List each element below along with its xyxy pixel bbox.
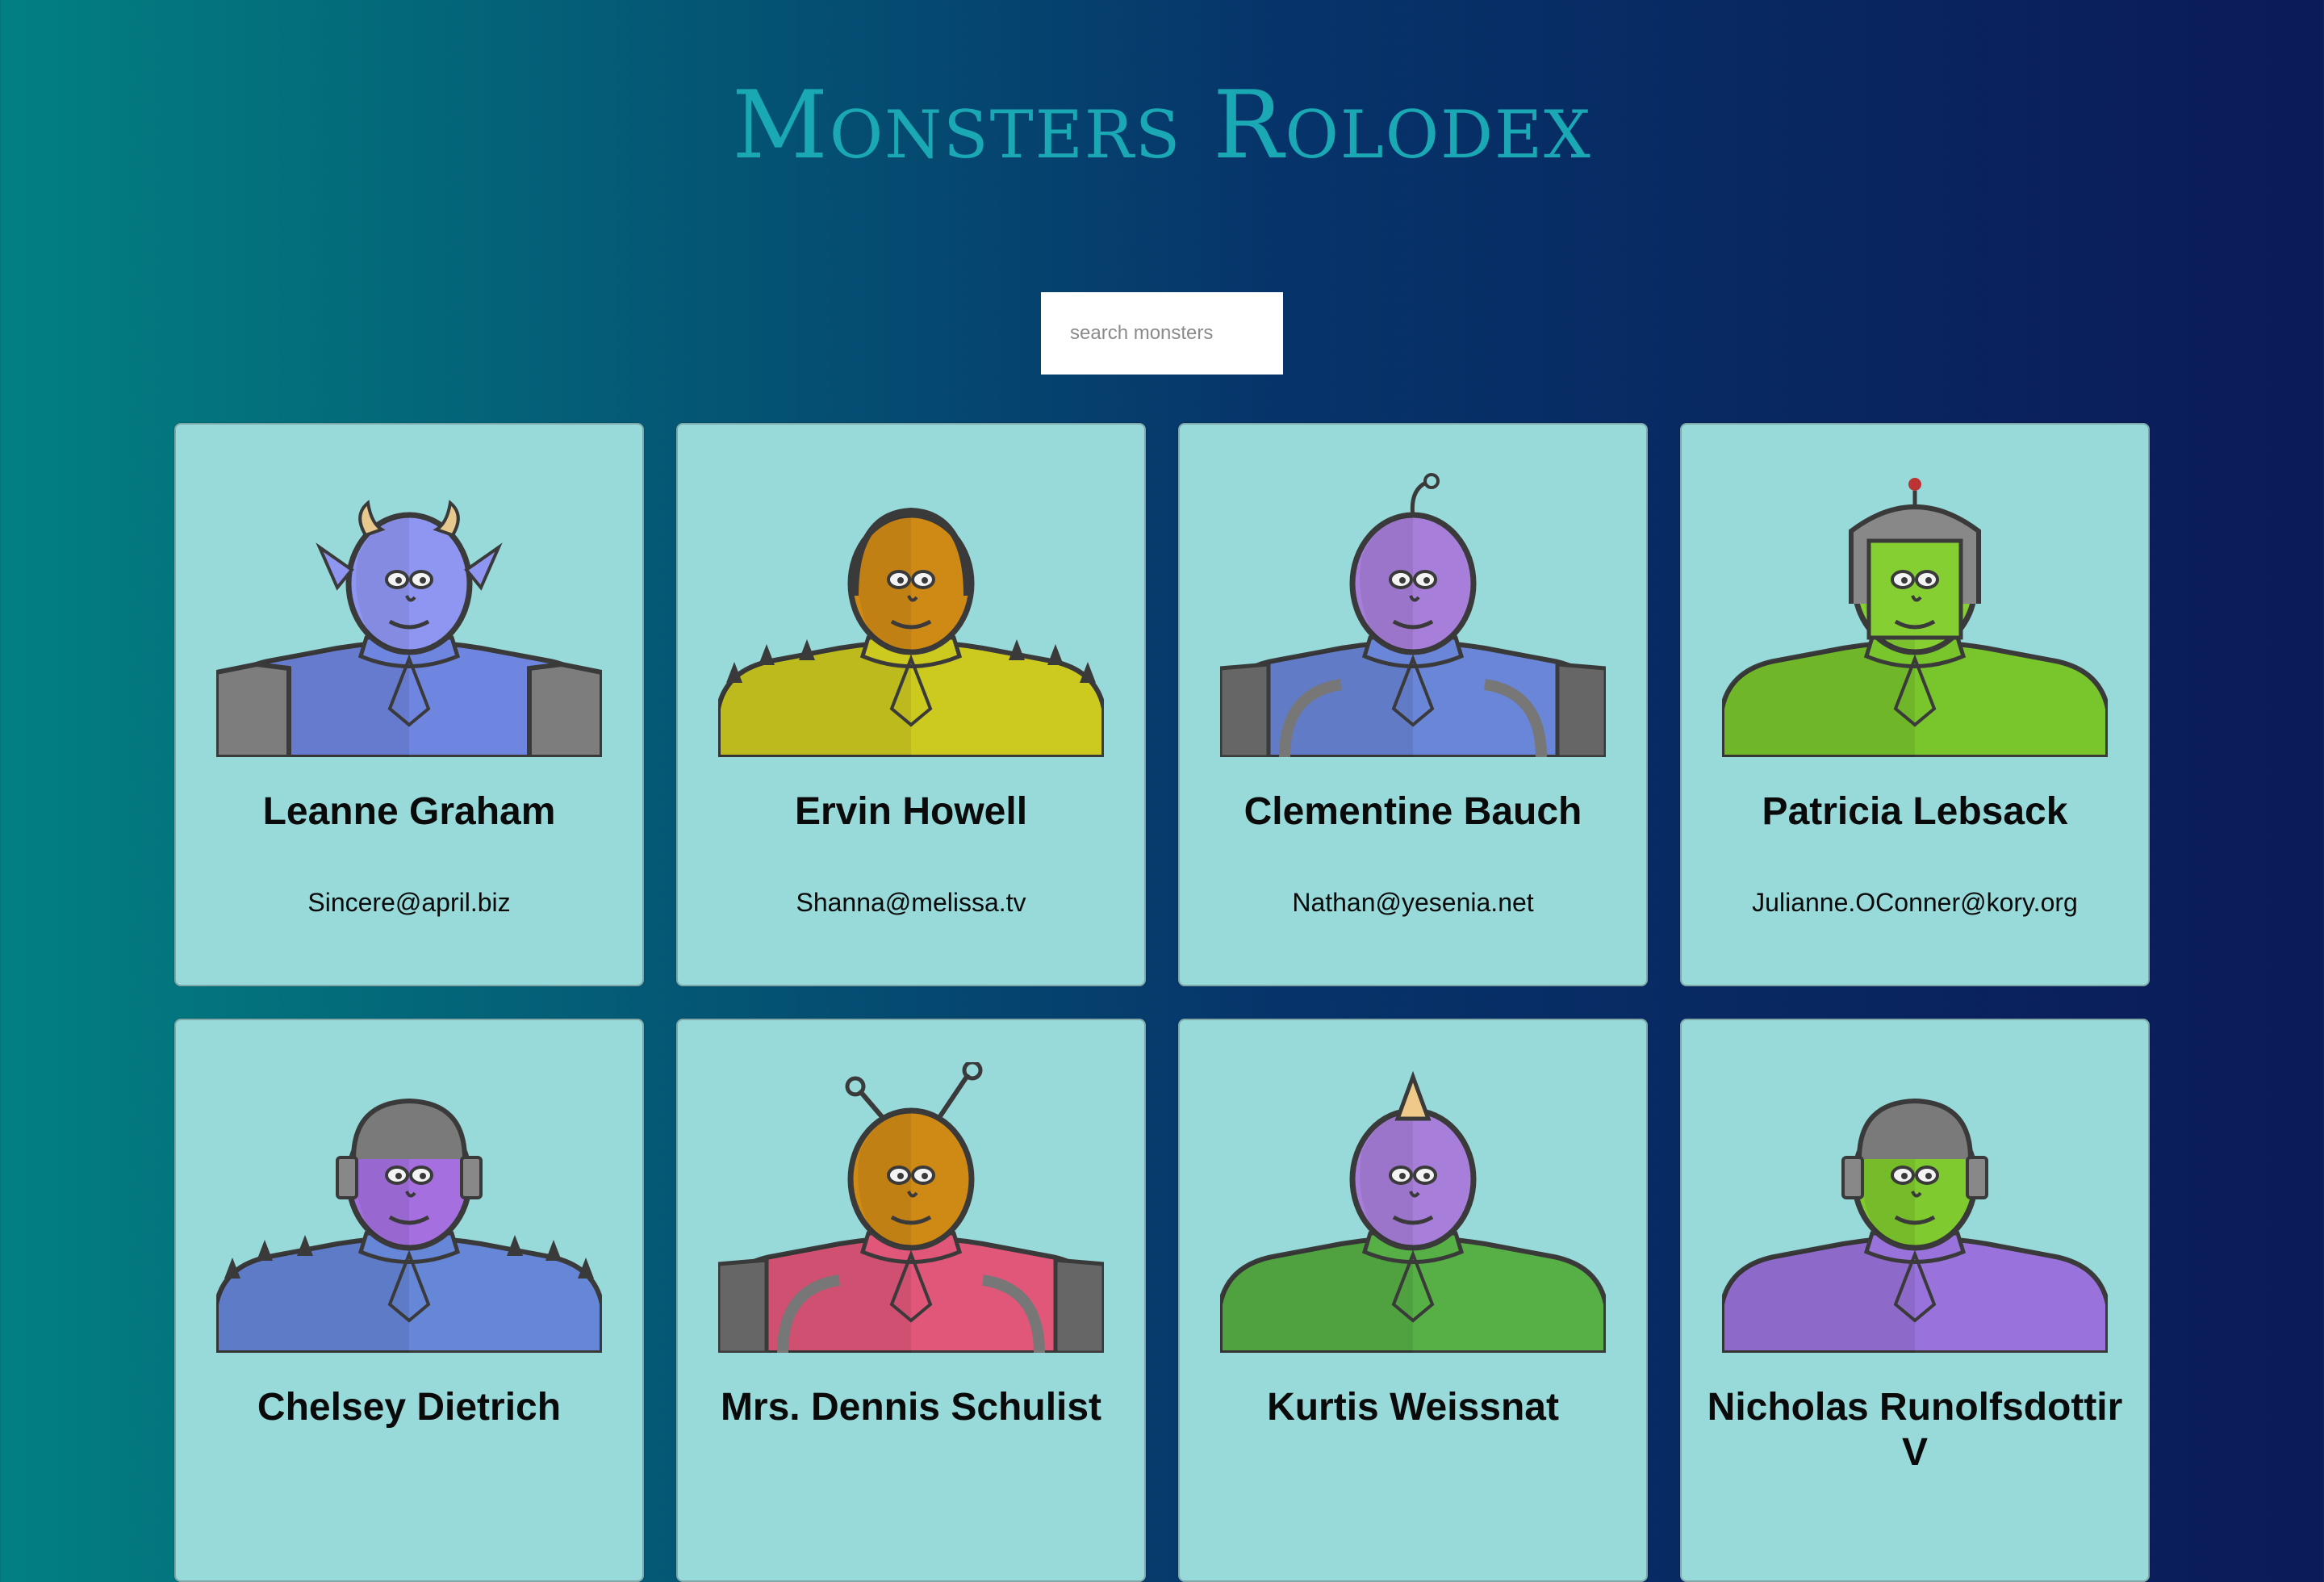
monster-card[interactable]: Chelsey Dietrich	[174, 1019, 644, 1582]
monster-email: Julianne.OConner@kory.org	[1752, 888, 2078, 917]
knight-helmet-icon	[1722, 478, 2108, 757]
monster-name: Patricia Lebsack	[1762, 790, 2068, 833]
monster-name: Kurtis Weissnat	[1267, 1386, 1559, 1429]
monster-email: Shanna@melissa.tv	[796, 888, 1026, 917]
antennae-icon	[718, 1062, 1104, 1353]
robot-helmet-icon	[216, 1098, 602, 1353]
helmet-icon	[718, 507, 1104, 757]
antenna-icon	[1220, 473, 1606, 757]
monster-card[interactable]: Clementine Bauch Nathan@yesenia.net	[1178, 423, 1648, 986]
horns-icon	[216, 500, 602, 757]
horn-icon	[1220, 1070, 1606, 1353]
monster-card-list: Leanne Graham Sincere@april.biz Ervin Ho…	[174, 423, 2150, 1582]
monster-card[interactable]: Kurtis Weissnat	[1178, 1019, 1648, 1582]
monster-card[interactable]: Patricia Lebsack Julianne.OConner@kory.o…	[1680, 423, 2150, 986]
page-title: Monsters Rolodex	[732, 71, 1592, 180]
monster-name: Leanne Graham	[262, 790, 556, 833]
monster-name: Mrs. Dennis Schulist	[720, 1386, 1102, 1429]
monster-card[interactable]: Ervin Howell Shanna@melissa.tv	[676, 423, 1146, 986]
monster-card[interactable]: Mrs. Dennis Schulist	[676, 1019, 1146, 1582]
monster-card[interactable]: Leanne Graham Sincere@april.biz	[174, 423, 644, 986]
monster-name: Chelsey Dietrich	[257, 1386, 562, 1429]
monster-name: Nicholas Runolfsdottir V	[1707, 1386, 2123, 1474]
monster-name: Ervin Howell	[794, 790, 1028, 833]
search-input[interactable]	[1041, 292, 1283, 375]
monster-email: Nathan@yesenia.net	[1292, 888, 1534, 917]
monster-card[interactable]: Nicholas Runolfsdottir V	[1680, 1019, 2150, 1582]
robot-helmet-icon	[1722, 1098, 2108, 1353]
monster-email: Sincere@april.biz	[307, 888, 511, 917]
monster-name: Clementine Bauch	[1244, 790, 1582, 833]
